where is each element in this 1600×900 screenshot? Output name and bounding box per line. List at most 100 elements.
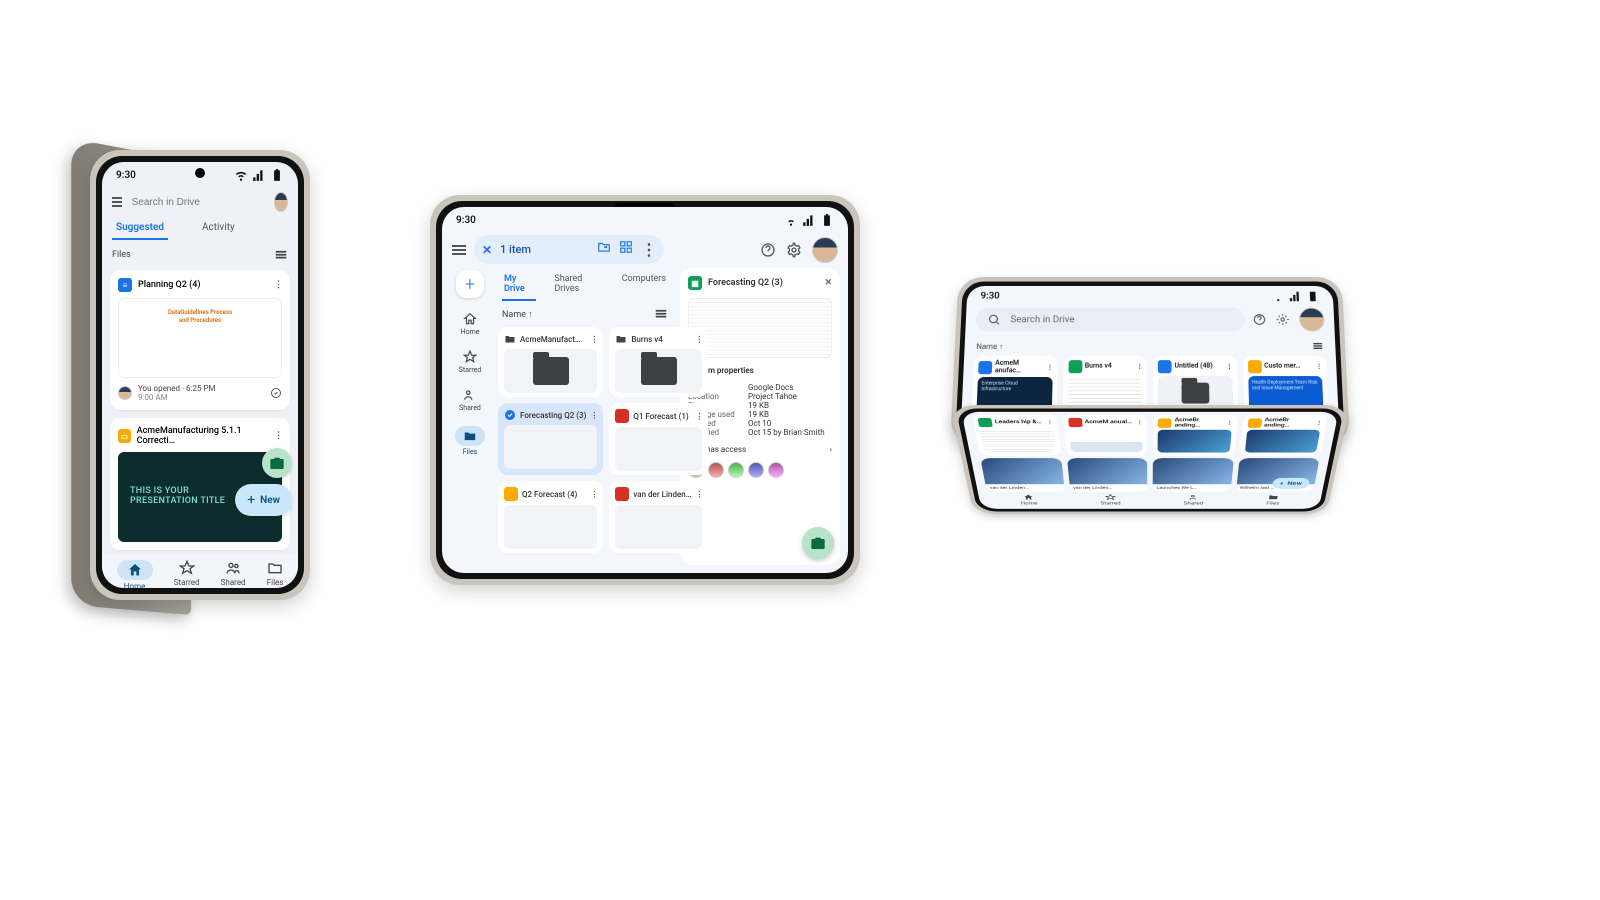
nav-files[interactable]: Files [267, 560, 284, 588]
file-card[interactable]: AcmeBr anding…⋮ [1239, 415, 1328, 456]
more-icon[interactable]: ⋮ [274, 280, 282, 290]
more-icon[interactable]: ⋮ [590, 490, 597, 499]
access-row[interactable]: Who has access › [688, 445, 832, 454]
file-card[interactable]: Launches We L… [1153, 458, 1234, 491]
nav-shared[interactable]: Shared [221, 560, 246, 588]
move-icon[interactable] [597, 240, 611, 254]
view-list-icon[interactable] [654, 307, 668, 321]
slides-icon [504, 487, 518, 501]
search-bar[interactable]: Search in Drive [975, 308, 1245, 332]
file-card[interactable]: ≡ Planning Q2 (4) ⋮ DataGuidelines Proce… [110, 270, 290, 410]
file-card[interactable]: Forecasting Q2 (3)⋮ [498, 403, 603, 475]
settings-icon[interactable] [1276, 313, 1290, 326]
help-icon[interactable] [760, 242, 776, 258]
file-name: Q1 Forecast (1) [633, 412, 691, 421]
more-icon[interactable]: ⋮ [590, 335, 597, 344]
more-icon[interactable]: ⋮ [1226, 420, 1232, 425]
nav-starred[interactable]: Starred [1100, 494, 1121, 506]
more-icon[interactable]: ⋮ [590, 411, 597, 420]
more-icon[interactable]: ⋮ [695, 490, 702, 499]
drive-tabs: My Drive Shared Drives Computers [498, 268, 672, 301]
settings-icon[interactable] [786, 242, 802, 258]
search-input[interactable] [132, 197, 264, 208]
detail-section: System properties [688, 366, 832, 375]
tab-suggested[interactable]: Suggested [112, 216, 168, 240]
tab-mydrive[interactable]: My Drive [502, 270, 536, 301]
more-icon[interactable]: ⋮ [274, 431, 282, 441]
status-icons [234, 168, 284, 182]
more-icon[interactable]: ⋮ [1226, 363, 1232, 370]
menu-icon[interactable] [112, 197, 122, 207]
status-bar: 9:30 [442, 207, 848, 229]
file-card[interactable]: Q2 Forecast (4)⋮ [498, 481, 603, 553]
file-card[interactable]: van der Linden…⋮ [609, 481, 708, 553]
avatar[interactable] [812, 237, 838, 263]
new-button[interactable]: + New [235, 484, 292, 516]
file-card[interactable]: AcmeBr anding…⋮ [1153, 415, 1238, 456]
sort-header[interactable]: Name ↑ [498, 301, 672, 327]
file-card[interactable]: AcmeManufact… ⋮ [498, 327, 603, 397]
file-card[interactable]: van der Linden… [980, 458, 1064, 491]
search-bar[interactable] [102, 184, 298, 216]
more-icon[interactable]: ⋮ [1136, 363, 1142, 370]
nav-starred[interactable]: Starred [174, 560, 200, 588]
file-name: AcmeManufact… [520, 335, 586, 344]
more-icon[interactable]: ⋮ [695, 412, 702, 421]
more-icon[interactable]: ⋮ [1316, 363, 1322, 370]
more-icon[interactable]: ⋮ [641, 240, 656, 259]
file-card[interactable]: Burns v4 ⋮ [609, 327, 708, 397]
file-card[interactable]: AcmeM anual…⋮ [1062, 415, 1147, 456]
rail-files[interactable]: Files [455, 426, 485, 456]
tab-activity[interactable]: Activity [198, 216, 239, 240]
close-icon[interactable]: ✕ [824, 278, 832, 288]
view-list-icon[interactable] [274, 248, 288, 262]
rail-starred[interactable]: Starred [459, 350, 482, 374]
tab-computers[interactable]: Computers [620, 270, 668, 301]
scan-button[interactable] [802, 527, 834, 559]
tab-shared-drives[interactable]: Shared Drives [552, 270, 603, 301]
camera-icon [269, 455, 285, 471]
property-row: LocationProject Tahoe [688, 392, 832, 401]
scan-button[interactable] [262, 448, 292, 478]
view-list-icon[interactable] [1312, 341, 1324, 352]
file-card[interactable]: Q1 Forecast (1) ⋮ [609, 403, 708, 475]
home-icon [463, 312, 477, 326]
new-button[interactable]: +New [1271, 478, 1310, 489]
rail-shared[interactable]: Shared [459, 388, 481, 412]
file-name: Burns v4 [631, 335, 691, 344]
nav-shared[interactable]: Shared [1184, 494, 1204, 506]
file-card[interactable]: Leaders hip &…⋮ [972, 415, 1061, 456]
file-name: AcmeBr anding… [1174, 418, 1223, 428]
chevron-right-icon: › [830, 445, 832, 454]
more-icon[interactable]: ⋮ [695, 335, 702, 344]
status-time: 9:30 [116, 170, 136, 181]
folder-icon [504, 333, 516, 345]
nav-home[interactable]: Home [1019, 494, 1038, 506]
more-icon[interactable]: ⋮ [1136, 420, 1142, 425]
pdf-icon [1068, 418, 1083, 427]
file-card[interactable]: van der Linden… [1067, 458, 1148, 491]
rail-home[interactable]: Home [461, 312, 480, 336]
file-thumb [980, 458, 1063, 484]
status-bar: 9:30 [976, 290, 1323, 304]
wifi-icon [784, 213, 798, 227]
home-icon [1022, 494, 1034, 501]
avatar[interactable] [274, 192, 288, 212]
nav-home[interactable]: Home [117, 560, 153, 588]
avatar[interactable] [1299, 308, 1325, 332]
menu-icon[interactable] [452, 245, 466, 255]
sort-header[interactable]: Name ↑ [974, 339, 1326, 356]
clear-selection-icon[interactable]: ✕ [482, 243, 492, 257]
file-name: van der Linden… [985, 484, 1064, 491]
more-icon[interactable]: ⋮ [1315, 420, 1322, 425]
more-icon[interactable]: ⋮ [1046, 364, 1052, 371]
search-placeholder: Search in Drive [1010, 314, 1233, 324]
grid-icon[interactable] [619, 240, 633, 254]
file-name: AcmeM anufac… [995, 360, 1044, 374]
more-icon[interactable]: ⋮ [1046, 420, 1052, 425]
nav-files[interactable]: Files [1266, 494, 1281, 506]
file-name: Leaders hip &… [995, 420, 1044, 425]
new-button[interactable]: + [456, 270, 484, 298]
help-icon[interactable] [1253, 313, 1267, 326]
camera-icon [810, 535, 826, 551]
